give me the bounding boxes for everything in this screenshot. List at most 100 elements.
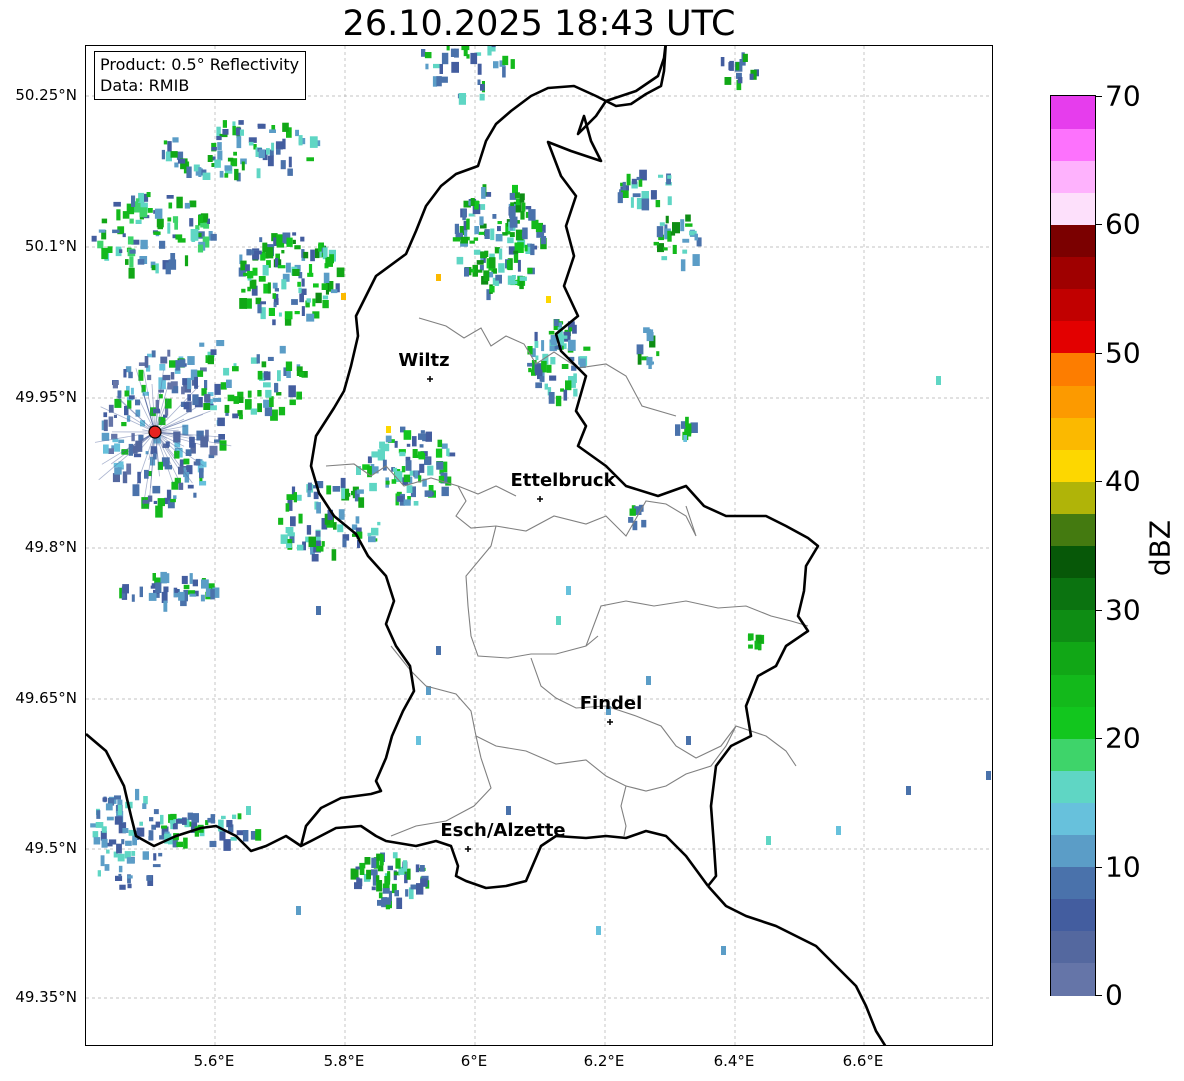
echo-cell xyxy=(163,586,169,593)
echo-cell xyxy=(233,396,239,404)
colorbar-segment xyxy=(1051,641,1095,675)
echo-cell xyxy=(385,480,390,485)
echo-cell xyxy=(441,443,448,449)
echo-cell xyxy=(369,482,377,492)
echo-cell xyxy=(187,484,194,489)
echo-cell xyxy=(174,222,178,230)
echo-cell xyxy=(131,433,135,442)
echo-cell xyxy=(403,499,411,506)
echo-cell xyxy=(510,59,515,69)
echo-cell xyxy=(665,215,669,224)
echo-cell xyxy=(560,388,564,392)
echo-cell xyxy=(246,806,251,815)
colorbar-tick-label: 50 xyxy=(1105,336,1141,370)
echo-cell xyxy=(456,256,464,265)
echo-cell xyxy=(95,822,104,828)
echo-cell xyxy=(367,456,372,464)
echo-cell xyxy=(285,262,291,273)
echo-cell xyxy=(329,254,334,264)
product-info-box: Product: 0.5° Reflectivity Data: RMIB xyxy=(94,51,307,100)
echo-cell xyxy=(256,168,261,179)
echo-cell xyxy=(189,200,197,208)
echo-cell xyxy=(247,390,252,398)
echo-cell xyxy=(149,817,154,822)
echo-cell xyxy=(387,865,393,871)
echo-cell xyxy=(142,851,149,860)
echo-cell xyxy=(458,93,466,105)
echo-cell xyxy=(418,453,426,460)
echo-cell xyxy=(748,644,753,649)
echo-cell xyxy=(680,259,686,272)
echo-cell xyxy=(507,237,514,244)
echo-cell xyxy=(309,136,318,148)
echo-cell xyxy=(653,241,659,246)
echo-cell xyxy=(186,166,192,178)
echo-cell xyxy=(197,244,204,253)
echo-cell xyxy=(238,120,244,125)
map-gridlines xyxy=(86,46,992,1045)
echo-cell xyxy=(394,440,398,448)
echo-cell xyxy=(279,345,286,354)
echo-cell xyxy=(479,264,484,271)
echo-cell xyxy=(183,837,188,849)
echo-cell xyxy=(385,435,392,443)
echo-cell xyxy=(210,405,217,411)
echo-cell xyxy=(655,200,661,208)
echo-cell xyxy=(322,300,329,309)
echo-cell xyxy=(356,489,364,494)
echo-cell xyxy=(292,239,296,244)
echo-cell xyxy=(418,433,426,440)
echo-cell xyxy=(451,61,459,73)
colorbar-segment xyxy=(1051,320,1095,354)
echo-cell xyxy=(221,815,226,819)
echo-cell xyxy=(214,383,221,395)
echo-cell xyxy=(685,416,689,427)
echo-cell xyxy=(424,490,433,497)
colorbar-segment xyxy=(1051,545,1095,579)
echo-cell xyxy=(269,129,276,133)
echo-cell xyxy=(214,159,221,168)
colorbar-tick-label: 30 xyxy=(1105,593,1141,627)
echo-cell xyxy=(108,448,114,454)
echo-cell xyxy=(131,594,135,602)
echo-cell xyxy=(143,796,148,805)
echo-cell xyxy=(648,364,652,369)
echo-cell xyxy=(470,52,478,65)
echo-cell xyxy=(274,288,279,292)
echo-cell xyxy=(513,280,518,285)
echo-cell xyxy=(478,231,485,235)
colorbar-segment xyxy=(1051,513,1095,547)
echo-cell xyxy=(210,814,216,824)
echo-cell xyxy=(517,242,524,253)
colorbar-tick-mark xyxy=(1096,738,1102,740)
colorbar-segment xyxy=(1051,738,1095,771)
echo-cell xyxy=(306,525,312,535)
echo-cell xyxy=(262,265,269,276)
echo-cell xyxy=(419,463,425,473)
echo-cell xyxy=(136,827,145,837)
echo-cell xyxy=(729,60,734,71)
echo-cell xyxy=(502,232,508,236)
echo-cell xyxy=(153,853,157,861)
echo-cell xyxy=(340,477,346,489)
echo-cell xyxy=(555,395,562,407)
echo-cell xyxy=(275,141,283,150)
echo-cell xyxy=(568,327,573,332)
echo-cell xyxy=(139,821,143,826)
echo-cell xyxy=(573,388,578,397)
echo-cell xyxy=(242,830,249,842)
echo-cell xyxy=(260,301,266,305)
echo-cell xyxy=(682,249,688,254)
colorbar-segment xyxy=(1051,609,1095,643)
echo-cell xyxy=(207,355,214,365)
echo-cell xyxy=(168,202,173,209)
echo-cell xyxy=(986,771,991,780)
echo-cell xyxy=(680,421,686,429)
echo-cell xyxy=(641,198,650,211)
echo-cell xyxy=(558,322,562,328)
map-title: 26.10.2025 18:43 UTC xyxy=(342,4,736,44)
echo-cell xyxy=(125,259,129,265)
radar-map[interactable] xyxy=(85,45,993,1046)
lon-tick-label: 6°E xyxy=(460,1052,488,1070)
echo-cell xyxy=(473,237,479,241)
